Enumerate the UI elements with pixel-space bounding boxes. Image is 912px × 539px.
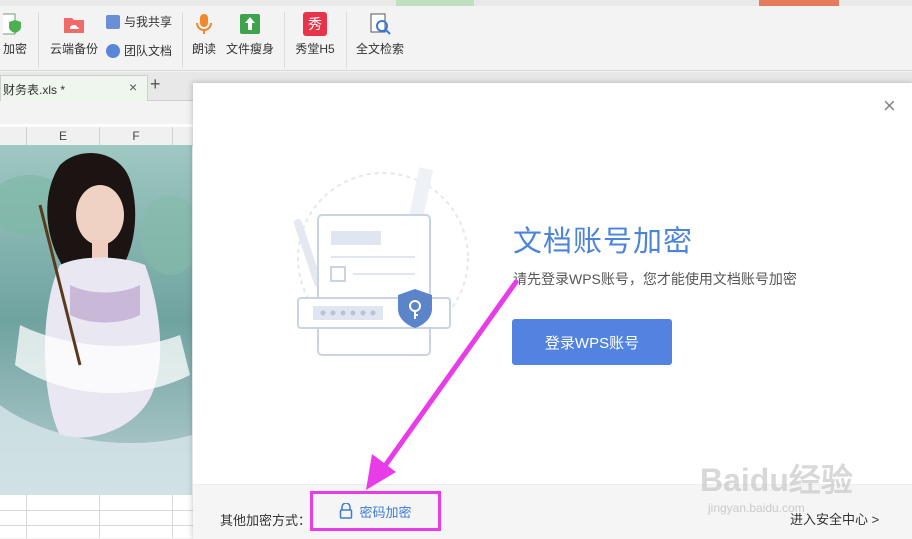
password-encrypt-button[interactable]: 密码加密 (310, 491, 441, 531)
login-wps-button[interactable]: 登录WPS账号 (512, 319, 672, 365)
shared-with-me-label: 与我共享 (124, 15, 173, 29)
grid-line (0, 525, 193, 526)
dialog-subtitle: 请先登录WPS账号，您才能使用文档账号加密 (513, 271, 797, 287)
close-tab-icon[interactable]: × (129, 79, 137, 95)
full-text-search-button[interactable]: 全文检索 (354, 6, 406, 57)
other-methods-label: 其他加密方式： (220, 513, 312, 528)
document-encrypt-button[interactable]: 加密 (0, 6, 30, 57)
file-tab-name: 财务表.xls * (3, 83, 66, 97)
file-slim-label: 文件瘦身 (225, 42, 274, 56)
column-header-partial[interactable] (173, 127, 194, 145)
shared-with-me-button[interactable]: 与我共享 (106, 13, 172, 30)
watermark-url: jingyan.baidu.com (708, 501, 805, 515)
grid-line (99, 495, 100, 538)
cloud-backup-button[interactable]: 云端备份 (46, 6, 102, 57)
ribbon-divider (38, 12, 39, 68)
cloud-folder-icon (64, 18, 84, 33)
ribbon-divider (346, 12, 347, 68)
baidu-jingyan-watermark: Baidu经验 jingyan.baidu.com (700, 455, 900, 525)
watermark-logo: Baidu经验 (700, 462, 853, 498)
file-slim-button[interactable]: 文件瘦身 (224, 6, 276, 57)
grid-line (172, 495, 173, 538)
cloud-backup-label: 云端备份 (49, 42, 98, 56)
team-icon (106, 43, 120, 58)
fantasy-character-image (0, 145, 192, 495)
h5-button[interactable]: 秀 秀堂H5 (292, 6, 338, 57)
shield-doc-icon (3, 13, 21, 35)
encrypt-label: 加密 (2, 42, 27, 56)
ribbon-toolbar: 加密 云端备份 与我共享 团队文档 朗读 文件瘦身 秀 秀堂H5 全文检索 (0, 6, 912, 71)
h5-icon: 秀 (303, 12, 327, 36)
read-aloud-button[interactable]: 朗读 (188, 6, 220, 57)
full-text-search-label: 全文检索 (355, 42, 404, 56)
password-encrypt-label: 密码加密 (359, 504, 412, 520)
column-header-blank[interactable] (0, 127, 27, 145)
team-docs-label: 团队文档 (124, 44, 173, 58)
dialog-title: 文档账号加密 (513, 226, 694, 258)
column-header-e[interactable]: E (27, 127, 100, 145)
ribbon-divider (182, 12, 183, 68)
grid-line (0, 510, 193, 511)
close-icon[interactable]: × (883, 93, 896, 119)
document-lock-illustration (294, 167, 469, 356)
doc-search-icon (370, 13, 391, 35)
inserted-picture[interactable] (0, 145, 192, 495)
read-aloud-label: 朗读 (191, 42, 216, 56)
ribbon-divider (284, 12, 285, 68)
column-header-f[interactable]: F (100, 127, 173, 145)
h5-label: 秀堂H5 (295, 42, 335, 56)
new-tab-icon[interactable]: + (150, 74, 161, 95)
team-docs-button[interactable]: 团队文档 (106, 42, 172, 59)
share-icon (106, 14, 120, 29)
grid-line (26, 495, 27, 538)
file-compress-icon (240, 14, 260, 34)
file-tab[interactable]: 财务表.xls * × (0, 75, 148, 101)
microphone-icon (196, 14, 212, 34)
lock-icon (340, 503, 353, 519)
